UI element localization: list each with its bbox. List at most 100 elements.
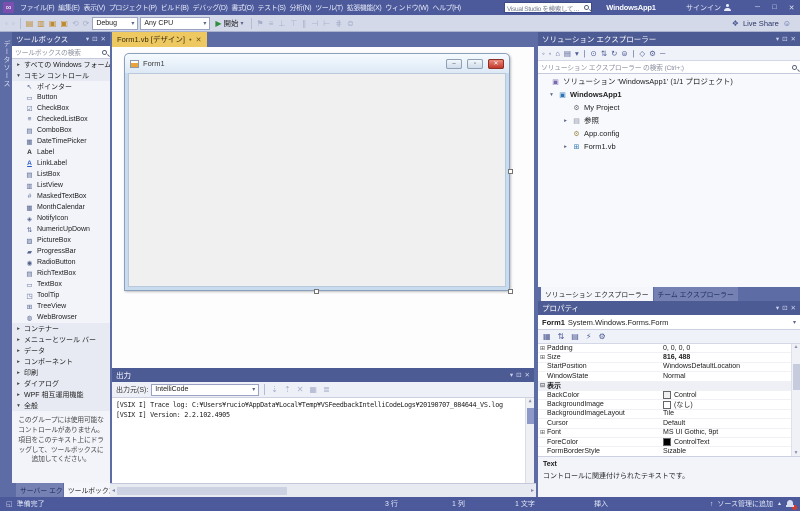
solution-toolbar-icon[interactable]: ▾ <box>575 49 579 58</box>
output-scrollbar[interactable]: ▲ <box>525 398 534 483</box>
maximize-button[interactable]: □ <box>766 0 783 15</box>
toolbox-row[interactable]: ⇅ NumericUpDown <box>12 224 110 235</box>
toolbox-row[interactable]: ▸ ダイアログ <box>12 378 110 389</box>
menu-item[interactable]: ウィンドウ(W) <box>383 3 430 13</box>
toolbox-search-input[interactable]: ツールボックスの検索 <box>12 46 110 59</box>
resize-handle-bottom[interactable] <box>314 289 319 294</box>
pin-icon[interactable]: ⊡ <box>782 35 787 43</box>
menu-item[interactable]: ツール(T) <box>313 3 345 13</box>
property-row[interactable]: BackgroundImage (なし) <box>538 400 800 409</box>
toolbox-row[interactable]: ▥ ListView <box>12 180 110 191</box>
pin-icon[interactable]: ⊡ <box>782 304 787 312</box>
menu-item[interactable]: 表示(V) <box>81 3 106 13</box>
property-value[interactable]: (なし) <box>663 400 800 410</box>
property-value[interactable]: WindowsDefaultLocation <box>663 363 800 370</box>
layout-toolbar-icon[interactable]: ⊥ <box>277 19 286 28</box>
property-row[interactable]: ⊟ 表示 <box>538 382 800 391</box>
toolbox-row[interactable]: ▭ Button <box>12 92 110 103</box>
scroll-right-icon[interactable]: ▸ <box>531 487 534 494</box>
dock-tab[interactable]: ソリューション エクスプローラー <box>541 287 653 301</box>
solution-toolbar-icon[interactable]: ∣ <box>632 49 636 58</box>
output-toolbar-icon[interactable]: ✕ <box>296 385 305 394</box>
layout-toolbar-icon[interactable]: ⋕ <box>334 19 343 28</box>
menu-item[interactable]: 拡張機能(X) <box>345 3 384 13</box>
solution-toolbar-icon[interactable]: ⇅ <box>601 49 607 58</box>
output-log[interactable]: [VSIX I] Trace log: C:¥Users¥rucio¥AppDa… <box>112 398 534 483</box>
property-value[interactable]: Sizable <box>663 448 800 455</box>
property-value[interactable]: Normal <box>663 373 800 380</box>
dock-tab[interactable]: チーム エクスプローラー <box>654 287 738 301</box>
resize-handle-right[interactable] <box>508 169 513 174</box>
scrollbar-thumb[interactable] <box>527 408 534 424</box>
form1-designer-tab[interactable]: Form1.vb [デザイン] ● ✕ <box>112 32 207 47</box>
layout-toolbar-icon[interactable]: ⊣ <box>310 19 319 28</box>
toolbox-row[interactable]: ☑ CheckBox <box>12 103 110 114</box>
menu-item[interactable]: テスト(S) <box>256 3 288 13</box>
notifications-bell-icon[interactable] <box>786 500 794 508</box>
toolbox-row[interactable]: ▸ メニューとツール バー <box>12 334 110 345</box>
pin-icon[interactable]: ⊡ <box>516 371 521 379</box>
toolbox-row[interactable]: ▭ TextBox <box>12 279 110 290</box>
scroll-left-icon[interactable]: ◂ <box>112 487 115 494</box>
solution-toolbar-icon[interactable]: ⊜ <box>621 49 627 58</box>
expander-icon[interactable]: ⊞ <box>538 429 547 436</box>
solution-tree-row[interactable]: ▣ ソリューション 'WindowsApp1' (1/1 プロジェクト) <box>538 75 800 88</box>
file-toolbar-icon[interactable]: ▥ <box>36 19 46 28</box>
close-icon[interactable]: ✕ <box>791 35 796 43</box>
toolbox-row[interactable]: ▸ すべての Windows フォーム <box>12 59 110 70</box>
property-row[interactable]: StartPosition WindowsDefaultLocation <box>538 363 800 372</box>
output-source-dropdown[interactable]: IntelliCode ▾ <box>151 384 259 396</box>
properties-toolbar-icon[interactable]: ▤ <box>570 332 580 341</box>
property-value[interactable]: MS UI Gothic, 9pt <box>663 429 800 436</box>
undo-redo-icon[interactable]: ⟳ <box>82 19 91 28</box>
expander-icon[interactable]: ▸ <box>562 144 569 150</box>
dock-tab[interactable]: サーバー エク... <box>16 483 63 497</box>
designed-form[interactable]: Form1 – ▫ ✕ <box>124 53 510 291</box>
window-position-icon[interactable]: ▾ <box>776 304 779 312</box>
solution-toolbar-icon[interactable]: ◇ <box>639 49 645 58</box>
solution-explorer-header[interactable]: ソリューション エクスプローラー ▾⊡✕ <box>538 32 800 46</box>
property-value[interactable]: 0, 0, 0, 0 <box>663 345 800 352</box>
menu-item[interactable]: 書式(O) <box>229 3 255 13</box>
dock-tab[interactable]: ツールボックス <box>64 483 110 497</box>
output-toolbar-icon[interactable]: ⇡ <box>283 385 292 394</box>
toolbox-row[interactable]: ▸ WPF 相互運用機能 <box>12 389 110 400</box>
solution-tree-row[interactable]: ▸ ⊞ Form1.vb <box>538 140 800 153</box>
close-icon[interactable]: ✕ <box>525 371 530 379</box>
close-icon[interactable]: ✕ <box>101 35 106 43</box>
property-row[interactable]: Cursor Default <box>538 419 800 428</box>
solution-tree-row[interactable]: ⚙ App.config <box>538 127 800 140</box>
properties-toolbar-icon[interactable]: ⇅ <box>557 332 566 341</box>
toolbox-row[interactable]: ▤ RichTextBox <box>12 268 110 279</box>
solution-tree-row[interactable]: ⚙ My Project <box>538 101 800 114</box>
scrollbar-thumb[interactable] <box>117 487 287 495</box>
toolbox-row[interactable]: ▾ コモン コントロール <box>12 70 110 81</box>
menu-item[interactable]: ヘルプ(H) <box>430 3 462 13</box>
expander-icon[interactable]: ▾ <box>548 92 555 98</box>
layout-toolbar-icon[interactable]: ≡ <box>268 19 275 28</box>
object-selector-dropdown[interactable]: Form1 System.Windows.Forms.Form ▾ <box>538 315 800 330</box>
file-toolbar-icon[interactable]: ▣ <box>59 19 69 28</box>
debug-target-dropdown[interactable]: Debug ▾ <box>92 17 138 30</box>
start-debugging-button[interactable]: ▶ 開始 ▾ <box>212 18 246 29</box>
property-value[interactable]: ControlText <box>663 438 800 446</box>
solution-toolbar-icon[interactable]: ∣ <box>583 49 587 58</box>
forms-designer-surface[interactable]: Form1 – ▫ ✕ <box>112 47 534 368</box>
menu-item[interactable]: デバッグ(D) <box>191 3 230 13</box>
expander-icon[interactable]: ⊞ <box>538 345 547 352</box>
toolbox-row[interactable]: ▤ ListBox <box>12 169 110 180</box>
solution-tree-row[interactable]: ▸ ▤ 参照 <box>538 114 800 127</box>
properties-toolbar-icon[interactable]: ⚙ <box>597 332 606 341</box>
toolbox-row[interactable]: ▰ ProgressBar <box>12 246 110 257</box>
form-title-bar[interactable]: Form1 – ▫ ✕ <box>125 54 509 73</box>
toolbox-row[interactable]: ▨ PictureBox <box>12 235 110 246</box>
window-position-icon[interactable]: ▾ <box>510 371 513 379</box>
expander-icon[interactable]: ▸ <box>562 118 569 124</box>
window-position-icon[interactable]: ▾ <box>86 35 89 43</box>
window-position-icon[interactable]: ▾ <box>776 35 779 43</box>
scroll-down-icon[interactable]: ▼ <box>794 450 799 456</box>
expander-icon[interactable]: ⊞ <box>538 354 547 361</box>
property-row[interactable]: ForeColor ControlText <box>538 438 800 447</box>
resize-handle-corner[interactable] <box>508 289 513 294</box>
output-toolbar-icon[interactable]: ▦ <box>308 385 318 394</box>
